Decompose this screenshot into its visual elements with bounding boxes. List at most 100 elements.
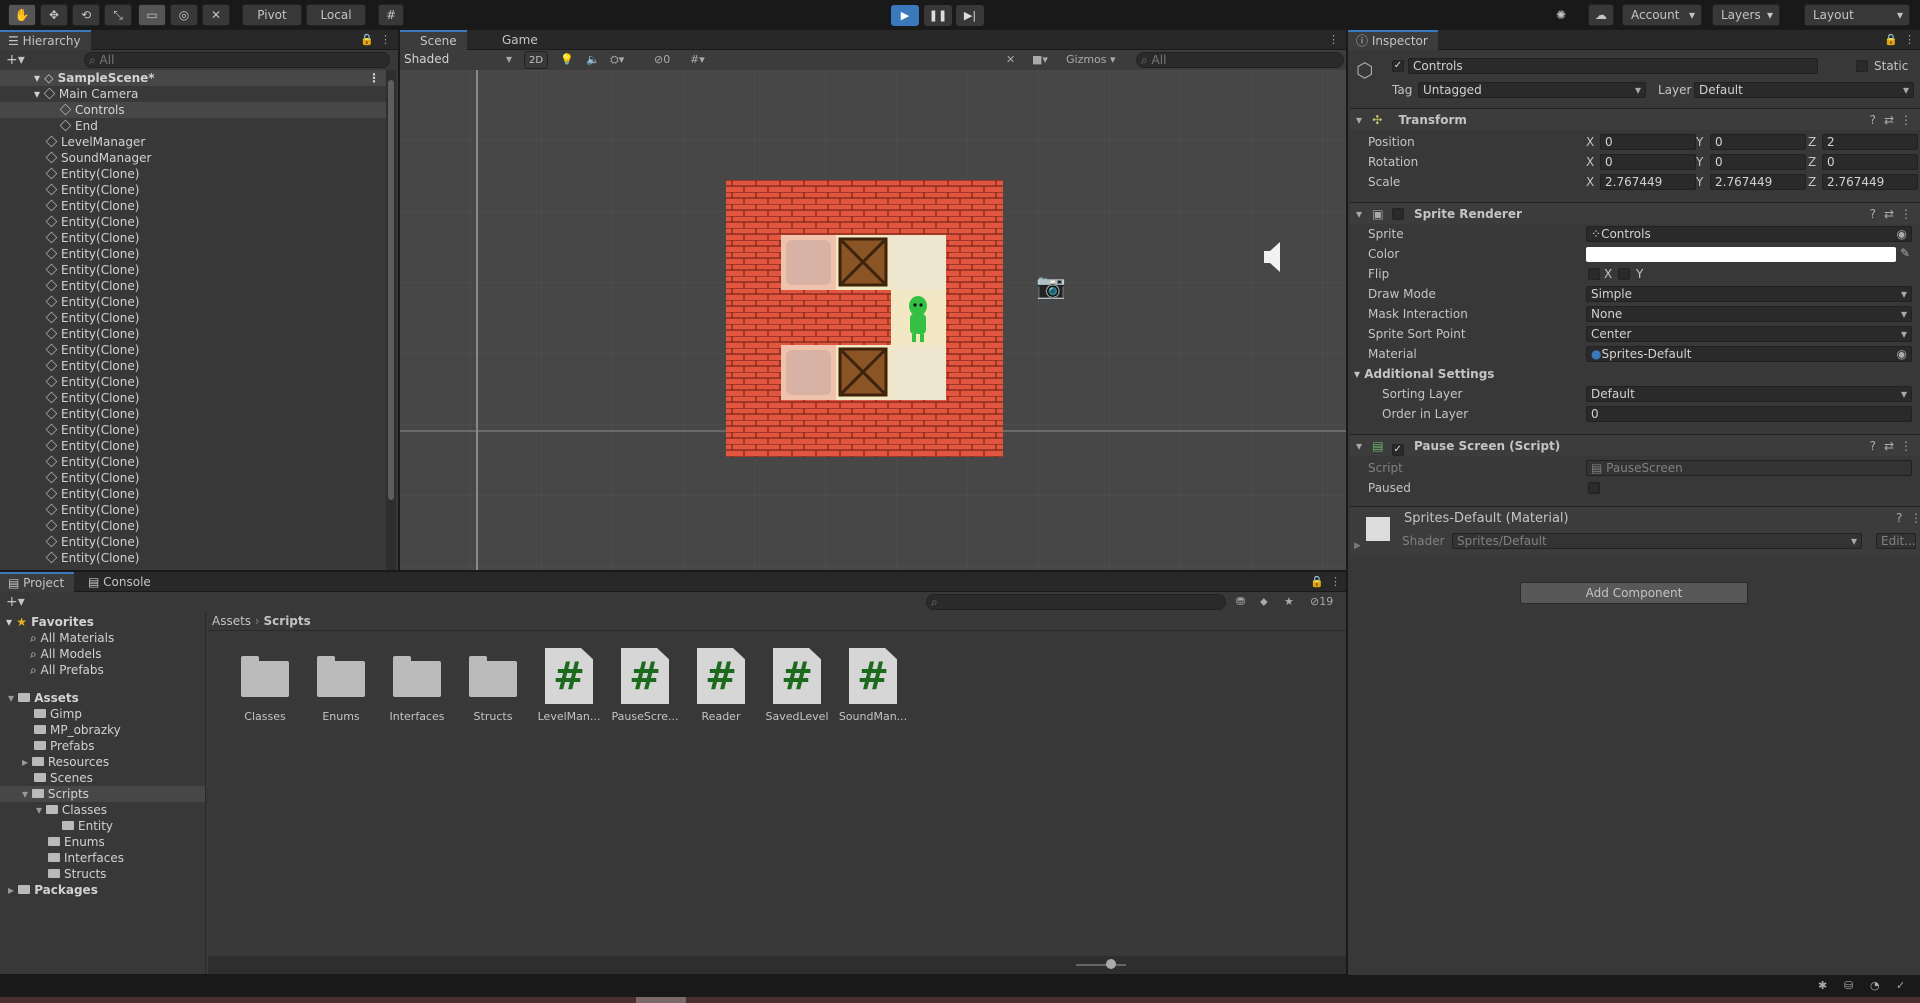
flip-x-checkbox[interactable] [1588,268,1600,280]
tab-inspector[interactable]: ⓘ Inspector [1348,30,1438,50]
tree-item[interactable]: ▸ Resources [0,754,205,770]
hierarchy-item[interactable]: Entity(Clone) [0,198,386,214]
lighting-icon[interactable]: 💡 [560,53,574,66]
tree-item[interactable]: ▾ Assets [0,690,205,706]
script-asset[interactable]: # PauseScre... [610,642,680,724]
expand-arrow-icon[interactable]: ▾ [34,87,44,101]
lock-icon[interactable]: 🔒 [1884,33,1898,46]
tree-item[interactable]: Structs [0,866,205,882]
rotate-tool-icon[interactable]: ⟲ [72,4,100,26]
hierarchy-item[interactable]: Entity(Clone) [0,278,386,294]
hierarchy-item[interactable]: End [0,118,386,134]
add-icon[interactable]: +▾ [6,594,25,610]
static-checkbox[interactable] [1856,60,1868,72]
move-tool-icon[interactable]: ✥ [40,4,68,26]
check-icon[interactable]: ✓ [1896,979,1905,992]
scale-tool-icon[interactable]: ⤡ [104,4,132,26]
hierarchy-scrollbar[interactable] [386,70,396,570]
axis-label[interactable]: Z [1808,154,1816,170]
axis-label[interactable]: Y [1696,174,1703,190]
account-dropdown[interactable]: Account ▾ [1622,4,1702,26]
project-search-input[interactable]: ⌕ [926,594,1226,610]
icon-size-slider[interactable] [1076,964,1126,966]
sorting-layer-dropdown[interactable]: Default [1586,386,1912,402]
material-object-field[interactable]: ●Sprites-Default ◉ [1586,346,1912,362]
effects-icon[interactable]: ⛭▾ [610,53,624,67]
scrollbar-thumb[interactable] [388,80,394,500]
expand-arrow-icon[interactable]: ▾ [36,803,46,817]
color-swatch[interactable] [1586,247,1896,262]
hidden-objects-icon[interactable]: ⊘0 [654,53,670,66]
order-in-layer-input[interactable]: 0 [1586,406,1912,422]
tree-item[interactable]: Prefabs [0,738,205,754]
hierarchy-item[interactable]: LevelManager [0,134,386,150]
position-z-input[interactable]: 2 [1822,134,1918,150]
favorite-item[interactable]: ⌕ All Models [30,646,102,662]
object-picker-icon[interactable]: ◉ [1897,347,1907,361]
scale-y-input[interactable]: 2.767449 [1710,174,1806,190]
folder-asset[interactable]: Structs [458,642,528,724]
filter-type-icon[interactable]: ⛃ [1236,595,1245,608]
lock-icon[interactable]: 🔒 [360,33,374,46]
hand-tool-icon[interactable]: ✋ [8,4,36,26]
favorites-foldout[interactable]: ▾ ★ Favorites [6,614,94,630]
axis-label[interactable]: X [1586,134,1594,150]
hierarchy-search-input[interactable]: ⌕ All [84,52,390,68]
more-icon[interactable]: ⋮ [1900,435,1912,457]
tree-item[interactable]: MP_obrazky [0,722,205,738]
tree-item[interactable]: ▾ Classes [0,802,205,818]
draw-mode-dropdown[interactable]: Simple [1586,286,1912,302]
help-icon[interactable]: ? [1870,109,1876,131]
hierarchy-item[interactable]: Entity(Clone) [0,438,386,454]
step-button[interactable]: ▶| [956,5,984,26]
sprite-renderer-header[interactable]: ▾ ▣ Sprite Renderer ? ⇄ ⋮ [1350,202,1920,224]
expand-arrow-icon[interactable]: ▾ [8,691,18,705]
shader-dropdown[interactable]: Sprites/Default [1452,533,1862,549]
expand-arrow-icon[interactable]: ▶ [1354,541,1361,551]
flip-y-checkbox[interactable] [1618,268,1630,280]
hierarchy-item[interactable]: Entity(Clone) [0,518,386,534]
hierarchy-item[interactable]: Entity(Clone) [0,294,386,310]
tree-item[interactable]: Entity [0,818,205,834]
mask-interaction-dropdown[interactable]: None [1586,306,1912,322]
axis-label[interactable]: Y [1696,134,1703,150]
preset-icon[interactable]: ⇄ [1884,109,1894,131]
hierarchy-item[interactable]: Entity(Clone) [0,406,386,422]
filter-label-icon[interactable]: ⬥ [1260,595,1268,609]
hierarchy-item[interactable]: Entity(Clone) [0,374,386,390]
tools-icon[interactable]: ✕ [1006,53,1015,66]
hierarchy-item[interactable]: Entity(Clone) [0,422,386,438]
gizmos-dropdown[interactable]: Gizmos ▾ [1066,53,1116,66]
paused-checkbox[interactable] [1588,482,1600,494]
active-checkbox[interactable]: ✓ [1392,60,1404,72]
hierarchy-item[interactable]: Entity(Clone) [0,486,386,502]
hierarchy-item[interactable]: Entity(Clone) [0,470,386,486]
tree-item[interactable]: Enums [0,834,205,850]
breadcrumb-scripts[interactable]: Scripts [264,614,311,628]
layout-dropdown[interactable]: Layout ▾ [1804,4,1910,26]
hierarchy-item[interactable]: Entity(Clone) [0,358,386,374]
tree-item[interactable]: ▾ Scripts [0,786,205,802]
sprite-object-field[interactable]: ⁘Controls ◉ [1586,226,1912,242]
position-x-input[interactable]: 0 [1600,134,1696,150]
tab-console[interactable]: ▤ Console [78,572,161,592]
grid-icon[interactable]: #▾ [690,53,705,66]
transform-header[interactable]: ▾ ✣ Transform ? ⇄ ⋮ [1350,108,1920,130]
audio-icon[interactable]: 🔈 [586,53,600,66]
hidden-packages-icon[interactable]: ⊘19 [1310,595,1333,608]
hierarchy-item[interactable]: Entity(Clone) [0,326,386,342]
shading-mode-dropdown[interactable]: Shaded [400,52,516,68]
cloud-icon[interactable]: ☁ [1588,4,1614,26]
folder-asset[interactable]: Classes [230,642,300,724]
more-icon[interactable]: ⋮ [1900,203,1912,225]
favorite-item[interactable]: ⌕ All Prefabs [30,662,104,678]
hierarchy-item[interactable]: Entity(Clone) [0,390,386,406]
axis-label[interactable]: X [1586,174,1594,190]
pause-button[interactable]: ❚❚ [924,5,952,26]
rotation-y-input[interactable]: 0 [1710,154,1806,170]
tree-item[interactable]: ▸ Packages [0,882,205,898]
hierarchy-item[interactable]: Entity(Clone) [0,246,386,262]
tab-hierarchy[interactable]: ☰ Hierarchy [0,30,91,50]
axis-label[interactable]: Z [1808,134,1816,150]
favorite-star-icon[interactable]: ★ [1284,595,1294,608]
